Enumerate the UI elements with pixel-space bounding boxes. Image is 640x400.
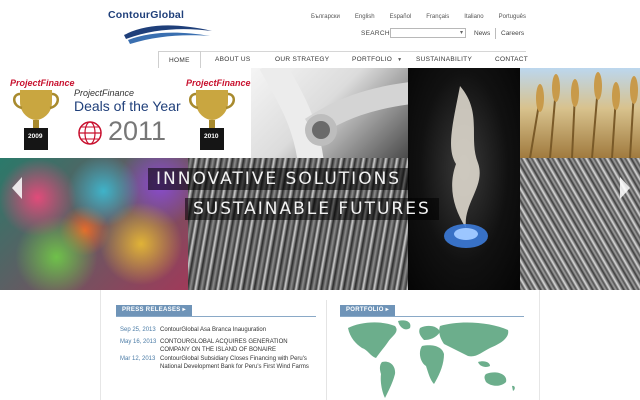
main-nav: HOME ABOUT US OUR STRATEGY PORTFOLIO ▼ SU… xyxy=(158,51,528,68)
press-link-line2[interactable]: National Development Bank for Peru's Fir… xyxy=(160,363,309,371)
dropdown-arrow-icon: ▼ xyxy=(397,57,403,63)
pipe-illustration xyxy=(259,68,408,158)
careers-link[interactable]: Careers xyxy=(501,30,524,37)
portfolio-underline xyxy=(340,316,524,317)
chevron-down-icon: ▾ xyxy=(459,30,463,36)
nav-portfolio-label: PORTFOLIO xyxy=(352,56,393,63)
globe-icon xyxy=(78,121,102,145)
flame-photo xyxy=(408,68,520,290)
tagline-line1: INNOVATIVE SOLUTIONS xyxy=(148,168,410,190)
hero-banner[interactable]: ProjectFinance 2009 ProjectFinance Deals… xyxy=(0,68,640,290)
wheat-illustration xyxy=(529,72,638,158)
lang-french[interactable]: Français xyxy=(426,14,449,20)
nav-contact[interactable]: CONTACT xyxy=(495,56,528,63)
language-selector: Български English Español Français Itali… xyxy=(296,14,526,20)
top-links-divider xyxy=(495,28,496,39)
logo-waves-icon xyxy=(124,25,212,44)
page: ContourGlobal Български English Español … xyxy=(0,0,640,400)
award-center-title: Deals of the Year xyxy=(74,98,181,114)
column-divider xyxy=(326,300,327,400)
world-map[interactable] xyxy=(340,318,520,400)
pipe-photo xyxy=(251,68,408,158)
portfolio-tab[interactable]: PORTFOLIO ▸ xyxy=(340,305,395,316)
award-left-year: 2009 xyxy=(28,133,43,140)
lang-spanish[interactable]: Español xyxy=(390,14,412,20)
tagline-line2: SUSTAINABLE FUTURES xyxy=(185,198,439,220)
portfolio-title: PORTFOLIO xyxy=(346,307,384,313)
awards-tile: ProjectFinance 2009 ProjectFinance Deals… xyxy=(0,68,251,158)
search-label: SEARCH xyxy=(361,30,390,37)
lang-english[interactable]: English xyxy=(355,14,375,20)
news-link[interactable]: News xyxy=(474,30,490,37)
press-link[interactable]: ContourGlobal Subsidiary Closes Financin… xyxy=(160,355,307,363)
search-input[interactable]: ▾ xyxy=(390,28,466,38)
trophy-icon xyxy=(189,90,235,150)
nav-our-strategy[interactable]: OUR STRATEGY xyxy=(275,56,329,63)
nav-home[interactable]: HOME xyxy=(158,51,201,68)
lang-portuguese[interactable]: Português xyxy=(499,14,526,20)
press-link[interactable]: CONTOURGLOBAL ACQUIRES GENERATION xyxy=(160,338,288,346)
chevron-left-icon[interactable] xyxy=(10,175,24,201)
flame-illustration xyxy=(444,86,488,248)
award-right-year: 2010 xyxy=(204,133,219,140)
press-date: Sep 25, 2013 xyxy=(120,327,156,333)
contourglobal-logo[interactable]: ContourGlobal xyxy=(108,9,218,44)
nav-sustainability[interactable]: SUSTAINABILITY xyxy=(416,56,472,63)
trophy-icon xyxy=(13,90,59,150)
award-center-brand: ProjectFinance xyxy=(74,88,135,98)
lang-bulgarian[interactable]: Български xyxy=(311,14,340,20)
press-date: Mar 12, 2013 xyxy=(120,356,156,362)
nav-portfolio[interactable]: PORTFOLIO ▼ xyxy=(352,56,402,63)
press-link[interactable]: ContourGlobal Asa Branca Inauguration xyxy=(160,326,266,334)
lang-italian[interactable]: Italiano xyxy=(464,14,483,20)
press-date: May 16, 2013 xyxy=(120,339,157,345)
wheat-photo xyxy=(520,68,640,158)
press-releases-underline xyxy=(116,316,316,317)
logo-text: ContourGlobal xyxy=(108,9,185,21)
nav-about-us[interactable]: ABOUT US xyxy=(215,56,251,63)
press-releases-tab[interactable]: PRESS RELEASES ▸ xyxy=(116,305,192,316)
press-releases-title: PRESS RELEASES xyxy=(122,307,181,313)
press-link-line2[interactable]: COMPANY ON THE ISLAND OF BONAIRE xyxy=(160,346,276,354)
award-center-year: 2011 xyxy=(108,116,167,146)
chevron-right-icon[interactable] xyxy=(618,175,632,201)
